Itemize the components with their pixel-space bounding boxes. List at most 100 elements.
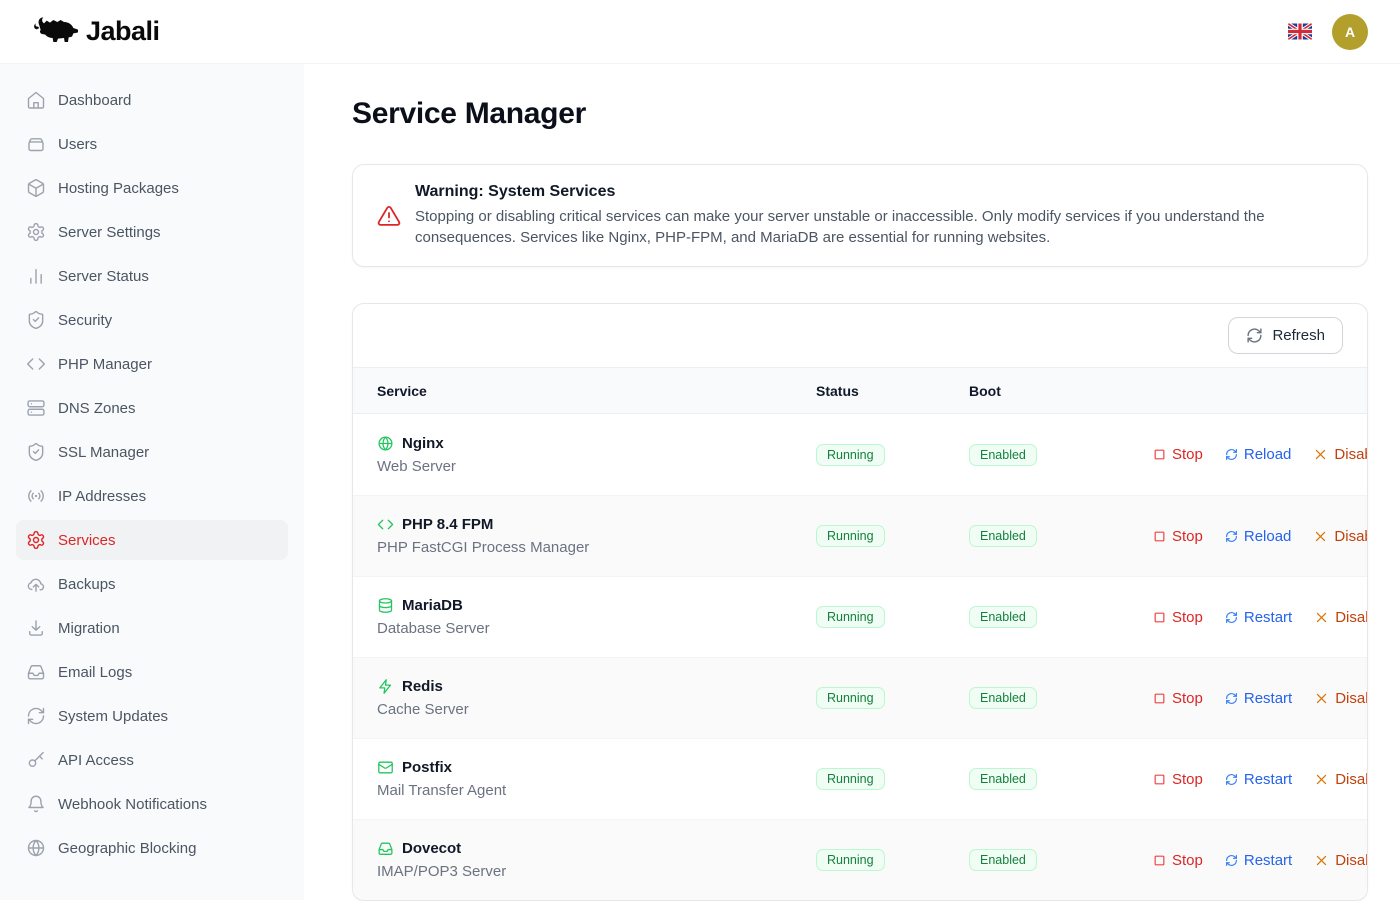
x-icon <box>1314 853 1329 868</box>
sidebar-item-hosting-packages[interactable]: Hosting Packages <box>16 168 288 208</box>
warning-body: Stopping or disabling critical services … <box>415 207 1343 248</box>
table-row-mariadb: MariaDB Database Server Running Enabled … <box>353 576 1367 657</box>
boot-badge: Enabled <box>969 768 1037 790</box>
table-row-dovecot: Dovecot IMAP/POP3 Server Running Enabled… <box>353 819 1367 900</box>
refresh-icon <box>1246 327 1263 344</box>
restart-icon <box>1225 854 1238 867</box>
restart-button[interactable]: Restart <box>1225 609 1292 626</box>
disable-button[interactable]: Disable <box>1314 771 1368 788</box>
boar-logo-icon <box>30 14 78 50</box>
sidebar-item-label: PHP Manager <box>58 356 152 373</box>
stop-square-icon <box>1153 773 1166 786</box>
sidebar-item-label: DNS Zones <box>58 400 136 417</box>
disable-button[interactable]: Disable <box>1314 609 1368 626</box>
sidebar-item-label: Server Status <box>58 268 149 285</box>
boot-badge: Enabled <box>969 606 1037 628</box>
column-header-service: Service <box>377 383 816 399</box>
broadcast-icon <box>26 486 46 506</box>
bar-chart-icon <box>26 266 46 286</box>
stop-button[interactable]: Stop <box>1153 690 1203 707</box>
service-description: Web Server <box>377 458 816 475</box>
table-toolbar: Refresh <box>353 304 1367 367</box>
main-content: Service Manager Warning: System Services… <box>304 64 1400 901</box>
reload-button[interactable]: Reload <box>1225 446 1292 463</box>
sidebar-item-backups[interactable]: Backups <box>16 564 288 604</box>
brand[interactable]: Jabali <box>30 14 160 50</box>
sidebar-item-dns-zones[interactable]: DNS Zones <box>16 388 288 428</box>
service-description: Mail Transfer Agent <box>377 782 816 799</box>
sidebar-item-label: Dashboard <box>58 92 131 109</box>
sidebar-item-geographic-blocking[interactable]: Geographic Blocking <box>16 828 288 868</box>
service-name: Postfix <box>402 759 452 776</box>
globe-icon <box>377 435 394 452</box>
package-icon <box>26 178 46 198</box>
sidebar-item-label: System Updates <box>58 708 168 725</box>
x-icon <box>1314 610 1329 625</box>
boot-badge: Enabled <box>969 849 1037 871</box>
table-row-php-fpm: PHP 8.4 FPM PHP FastCGI Process Manager … <box>353 495 1367 576</box>
sidebar-item-ssl-manager[interactable]: SSL Manager <box>16 432 288 472</box>
sidebar-item-migration[interactable]: Migration <box>16 608 288 648</box>
sidebar-item-services[interactable]: Services <box>16 520 288 560</box>
disable-button[interactable]: Disable <box>1314 690 1368 707</box>
restart-icon <box>1225 611 1238 624</box>
status-badge: Running <box>816 525 885 547</box>
uk-flag-icon[interactable] <box>1288 23 1312 40</box>
refresh-button[interactable]: Refresh <box>1228 317 1343 354</box>
reload-button[interactable]: Reload <box>1225 528 1292 545</box>
sidebar-item-label: IP Addresses <box>58 488 146 505</box>
stop-square-icon <box>1153 611 1166 624</box>
stop-button[interactable]: Stop <box>1153 446 1203 463</box>
x-icon <box>1314 772 1329 787</box>
sidebar-item-webhook-notifications[interactable]: Webhook Notifications <box>16 784 288 824</box>
sidebar-item-dashboard[interactable]: Dashboard <box>16 80 288 120</box>
services-table-card: Refresh Service Status Boot Nginx Web Se… <box>352 303 1368 901</box>
stop-button[interactable]: Stop <box>1153 771 1203 788</box>
sidebar-item-api-access[interactable]: API Access <box>16 740 288 780</box>
service-description: IMAP/POP3 Server <box>377 863 816 880</box>
refresh-icon <box>26 706 46 726</box>
x-icon <box>1313 529 1328 544</box>
service-description: Database Server <box>377 620 816 637</box>
service-name: Nginx <box>402 435 444 452</box>
user-avatar[interactable]: A <box>1332 14 1368 50</box>
sidebar-item-label: API Access <box>58 752 134 769</box>
code-icon <box>377 516 394 533</box>
disable-button[interactable]: Disable <box>1314 852 1368 869</box>
sidebar-item-server-status[interactable]: Server Status <box>16 256 288 296</box>
gear-icon <box>26 530 46 550</box>
boot-badge: Enabled <box>969 525 1037 547</box>
sidebar-item-email-logs[interactable]: Email Logs <box>16 652 288 692</box>
sidebar-item-label: Security <box>58 312 112 329</box>
sidebar-item-ip-addresses[interactable]: IP Addresses <box>16 476 288 516</box>
reload-icon <box>1225 448 1238 461</box>
warning-triangle-icon <box>377 204 401 228</box>
reload-icon <box>1225 530 1238 543</box>
stop-button[interactable]: Stop <box>1153 852 1203 869</box>
sidebar-item-server-settings[interactable]: Server Settings <box>16 212 288 252</box>
disable-button[interactable]: Disable <box>1313 528 1368 545</box>
stop-button[interactable]: Stop <box>1153 609 1203 626</box>
home-icon <box>26 90 46 110</box>
stop-square-icon <box>1153 854 1166 867</box>
refresh-button-label: Refresh <box>1272 327 1325 344</box>
sidebar-item-system-updates[interactable]: System Updates <box>16 696 288 736</box>
boot-badge: Enabled <box>969 687 1037 709</box>
sidebar-item-security[interactable]: Security <box>16 300 288 340</box>
table-header-row: Service Status Boot <box>353 367 1367 414</box>
restart-button[interactable]: Restart <box>1225 852 1292 869</box>
sidebar-item-users[interactable]: Users <box>16 124 288 164</box>
code-icon <box>26 354 46 374</box>
bell-icon <box>26 794 46 814</box>
database-icon <box>377 597 394 614</box>
sidebar-item-label: Email Logs <box>58 664 132 681</box>
service-name: Dovecot <box>402 840 461 857</box>
stop-square-icon <box>1153 692 1166 705</box>
page-title: Service Manager <box>352 97 1368 131</box>
disable-button[interactable]: Disable <box>1313 446 1368 463</box>
restart-button[interactable]: Restart <box>1225 690 1292 707</box>
restart-button[interactable]: Restart <box>1225 771 1292 788</box>
sidebar-item-php-manager[interactable]: PHP Manager <box>16 344 288 384</box>
stop-button[interactable]: Stop <box>1153 528 1203 545</box>
sidebar-item-label: Services <box>58 532 116 549</box>
